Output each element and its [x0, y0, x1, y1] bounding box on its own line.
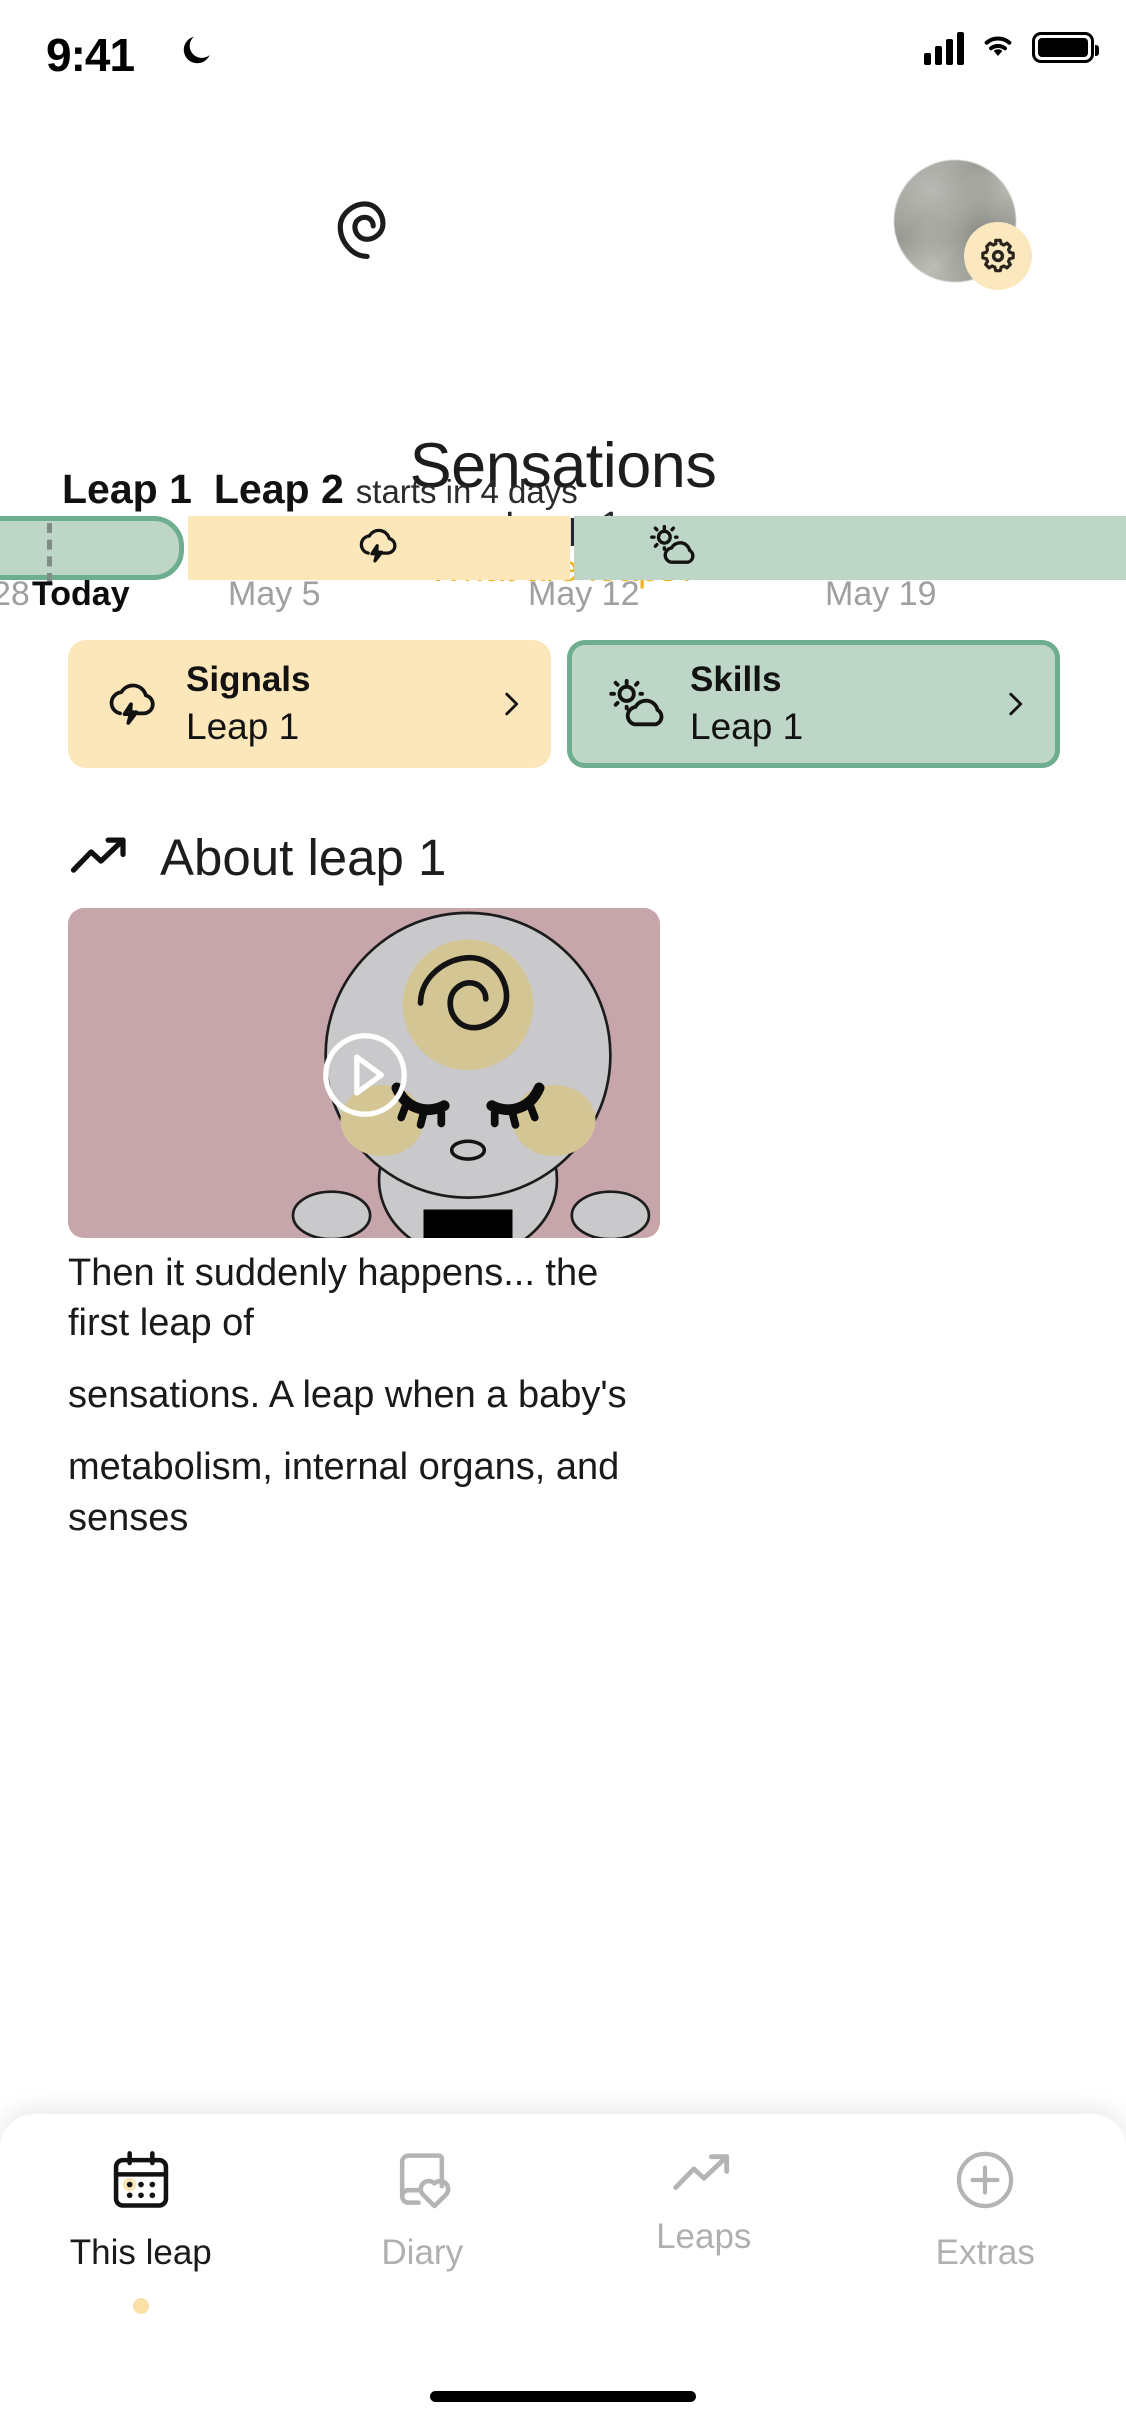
spiral-icon: [300, 160, 422, 287]
leap-video-thumbnail[interactable]: [68, 908, 660, 1238]
crescent-moon-icon: [178, 32, 216, 75]
timeline-next-leap-label: Leap 2: [213, 466, 344, 512]
timeline-segment-leap-2[interactable]: [188, 516, 570, 580]
trending-up-icon: [670, 2146, 738, 2203]
timeline-date-axis: 28 Today May 5 May 12 May 19: [0, 575, 1126, 625]
leap-timeline[interactable]: [0, 516, 1126, 583]
cellular-signal-icon: [924, 31, 964, 65]
skills-card-subtitle: Leap 1: [690, 706, 804, 747]
signals-card-title: Signals: [186, 660, 311, 699]
settings-button[interactable]: [964, 222, 1032, 290]
timeline-segment-leap-1[interactable]: [0, 516, 184, 583]
chevron-right-icon: [993, 687, 1037, 721]
calendar-icon: [107, 2146, 175, 2219]
skills-card-title: Skills: [690, 660, 782, 699]
active-tab-indicator: [132, 2298, 149, 2314]
about-paragraph-line-2: sensations. A leap when a baby's: [68, 1374, 627, 1417]
tab-diary-label: Diary: [381, 2233, 464, 2272]
wifi-icon: [978, 30, 1018, 65]
timeline-tick-4: May 19: [825, 575, 937, 613]
tab-extras-label: Extras: [935, 2233, 1035, 2272]
about-section-header: About leap 1: [68, 828, 446, 887]
status-bar: 9:41: [0, 0, 1126, 112]
app-screen: 9:41 Sensations Leap 1 Leap 2 starts in …: [0, 0, 1126, 2436]
timeline-current-leap-label: Leap 1: [62, 466, 192, 512]
sun-cloud-icon: [590, 671, 682, 737]
signals-card[interactable]: Signals Leap 1: [68, 640, 551, 768]
play-circle-icon[interactable]: [316, 1026, 414, 1129]
tab-leaps-label: Leaps: [656, 2217, 752, 2256]
timeline-note: starts in 4 days: [355, 473, 578, 510]
profile-avatar-button[interactable]: [894, 160, 1032, 290]
category-cards: Signals Leap 1 Skills Leap 1: [68, 640, 1060, 768]
tab-leaps[interactable]: Leaps: [563, 2146, 845, 2257]
about-paragraph-line-3: metabolism, internal organs, and senses: [68, 1446, 620, 1539]
signals-card-subtitle: Leap 1: [186, 706, 300, 747]
gear-icon: [981, 238, 1015, 273]
timeline-tick-today: Today: [32, 575, 130, 613]
trending-up-icon: [68, 830, 134, 885]
status-bar-indicators: [924, 30, 1099, 65]
today-marker: [47, 523, 52, 583]
storm-cloud-icon: [86, 672, 178, 736]
storm-cloud-icon: [352, 520, 404, 577]
plus-circle-icon: [951, 2146, 1019, 2219]
about-section-title: About leap 1: [160, 829, 447, 886]
tab-diary[interactable]: Diary: [282, 2146, 564, 2273]
bottom-tab-bar: This leap Diary Leaps Extras: [0, 2114, 1126, 2436]
battery-full-icon: [1032, 32, 1099, 63]
timeline-tick-2: May 5: [228, 575, 321, 613]
timeline-tick-0: 28: [0, 575, 30, 613]
chevron-right-icon: [489, 687, 533, 721]
home-indicator: [430, 2391, 696, 2402]
about-paragraph-line-1: Then it suddenly happens... the first le…: [68, 1252, 599, 1345]
tab-this-leap-label: This leap: [69, 2233, 212, 2272]
timeline-labels: Leap 1 Leap 2 starts in 4 days: [62, 466, 578, 513]
about-paragraph: Then it suddenly happens... the first le…: [68, 1248, 668, 1565]
book-heart-icon: [388, 2146, 456, 2219]
timeline-tick-3: May 12: [528, 575, 640, 613]
timeline-segment-leap-3[interactable]: [574, 516, 1126, 580]
status-bar-time: 9:41: [46, 29, 135, 81]
skills-card[interactable]: Skills Leap 1: [567, 640, 1060, 768]
tab-extras[interactable]: Extras: [845, 2146, 1126, 2273]
tab-this-leap[interactable]: This leap: [0, 2146, 282, 2314]
sun-cloud-icon: [645, 519, 699, 578]
